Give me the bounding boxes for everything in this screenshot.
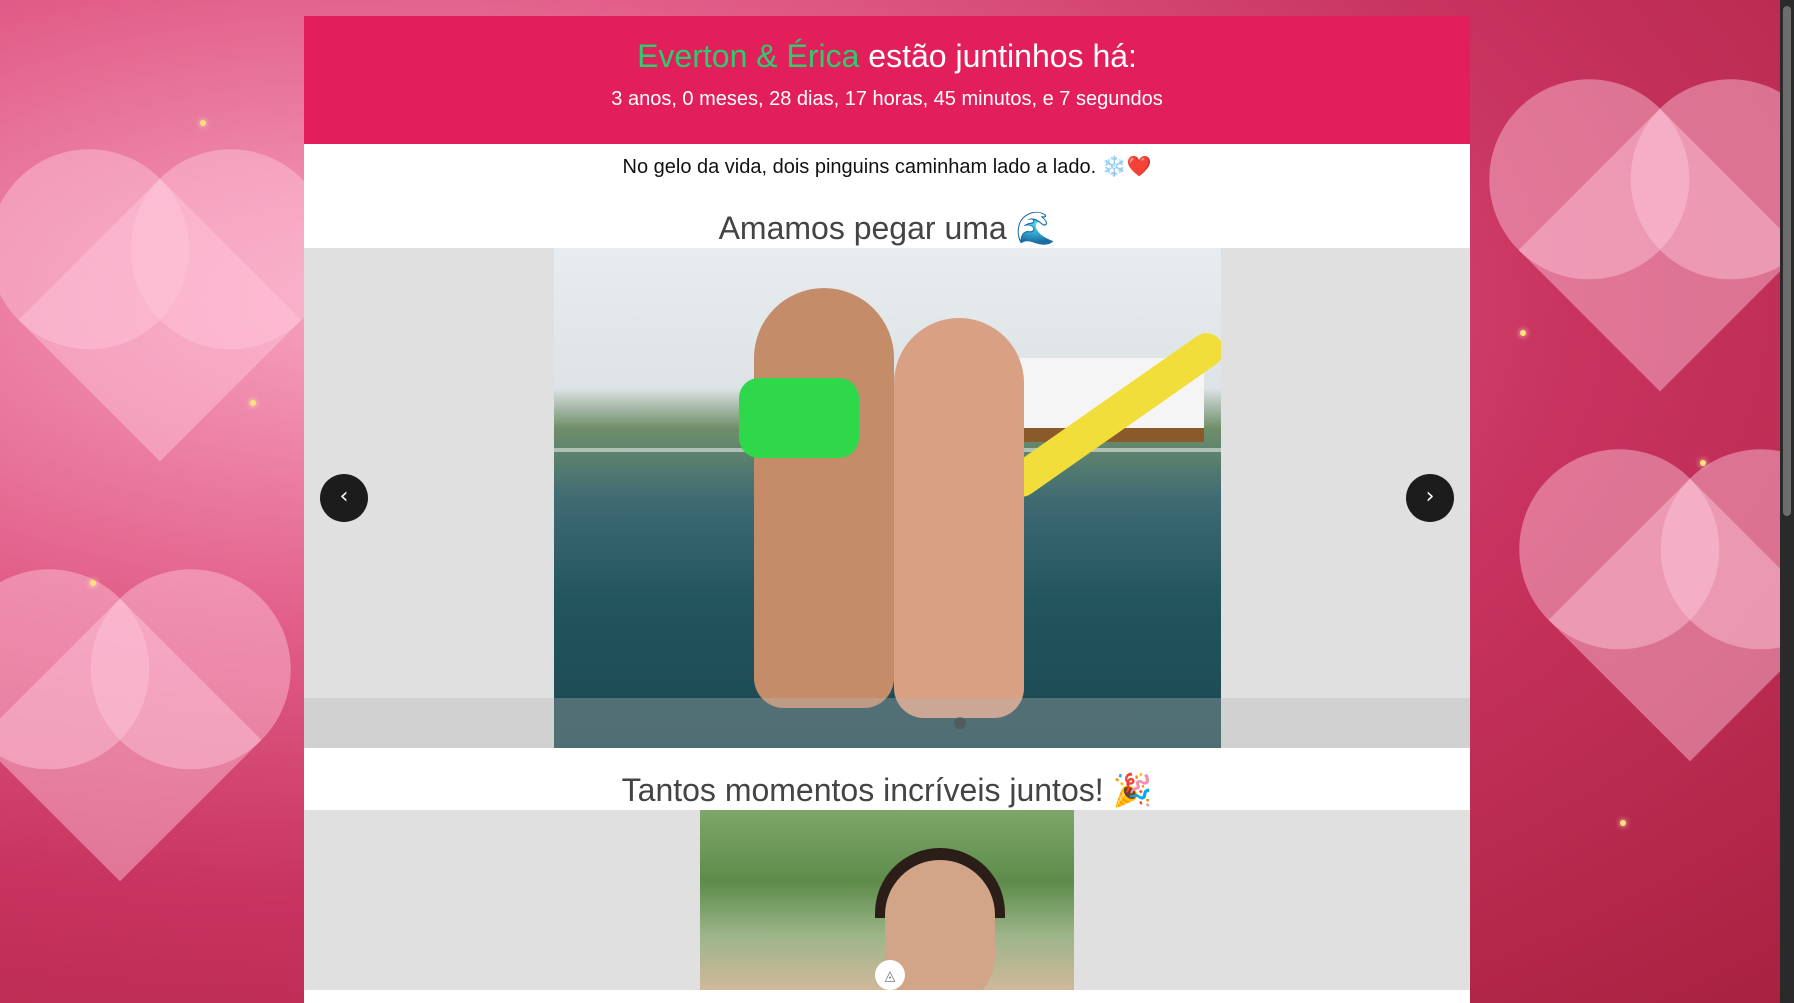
sparkle — [250, 400, 256, 406]
life-vest-shape — [739, 378, 859, 458]
person-shape — [894, 318, 1024, 718]
photo-carousel[interactable]: ‹ › — [304, 248, 1470, 748]
sparkle — [1620, 820, 1626, 826]
person-shape — [754, 288, 894, 708]
page-scrollbar[interactable] — [1780, 0, 1794, 1003]
sparkle — [200, 120, 206, 126]
title-suffix: estão juntinhos há: — [859, 38, 1137, 74]
carousel-next-button[interactable]: › — [1406, 474, 1454, 522]
carousel-indicator-bar — [304, 698, 1470, 748]
couple-names: Everton & Érica — [637, 38, 860, 74]
moments-gallery[interactable]: ◬ — [304, 810, 1470, 990]
carousel-prev-button[interactable]: ‹ — [320, 474, 368, 522]
section-title-moments: Tantos momentos incríveis juntos! 🎉 — [621, 772, 1153, 808]
couple-kissing-photo — [554, 248, 1221, 748]
tagline: No gelo da vida, dois pinguins caminham … — [622, 156, 1152, 178]
scrollbar-thumb[interactable] — [1783, 6, 1791, 516]
moments-photo: ◬ — [700, 810, 1074, 990]
heart-decoration — [1518, 108, 1794, 392]
chevron-right-icon: › — [1425, 484, 1435, 509]
logo-badge-icon: ◬ — [875, 960, 905, 990]
heart-decoration — [1548, 478, 1794, 762]
heart-decoration — [0, 598, 262, 882]
chevron-left-icon: ‹ — [339, 484, 349, 509]
love-counter-card: Everton & Érica estão juntinhos há: 3 an… — [304, 16, 1470, 1003]
page-title: Everton & Érica estão juntinhos há: — [304, 16, 1470, 76]
header-banner: Everton & Érica estão juntinhos há: 3 an… — [304, 16, 1470, 144]
heart-decoration — [18, 178, 302, 462]
carousel-dot[interactable] — [954, 717, 966, 729]
sparkle — [90, 580, 96, 586]
sparkle — [1700, 460, 1706, 466]
section-title-ocean: Amamos pegar uma 🌊 — [718, 210, 1056, 246]
time-counter: 3 anos, 0 meses, 28 dias, 17 horas, 45 m… — [611, 88, 1163, 110]
sparkle — [1520, 330, 1526, 336]
